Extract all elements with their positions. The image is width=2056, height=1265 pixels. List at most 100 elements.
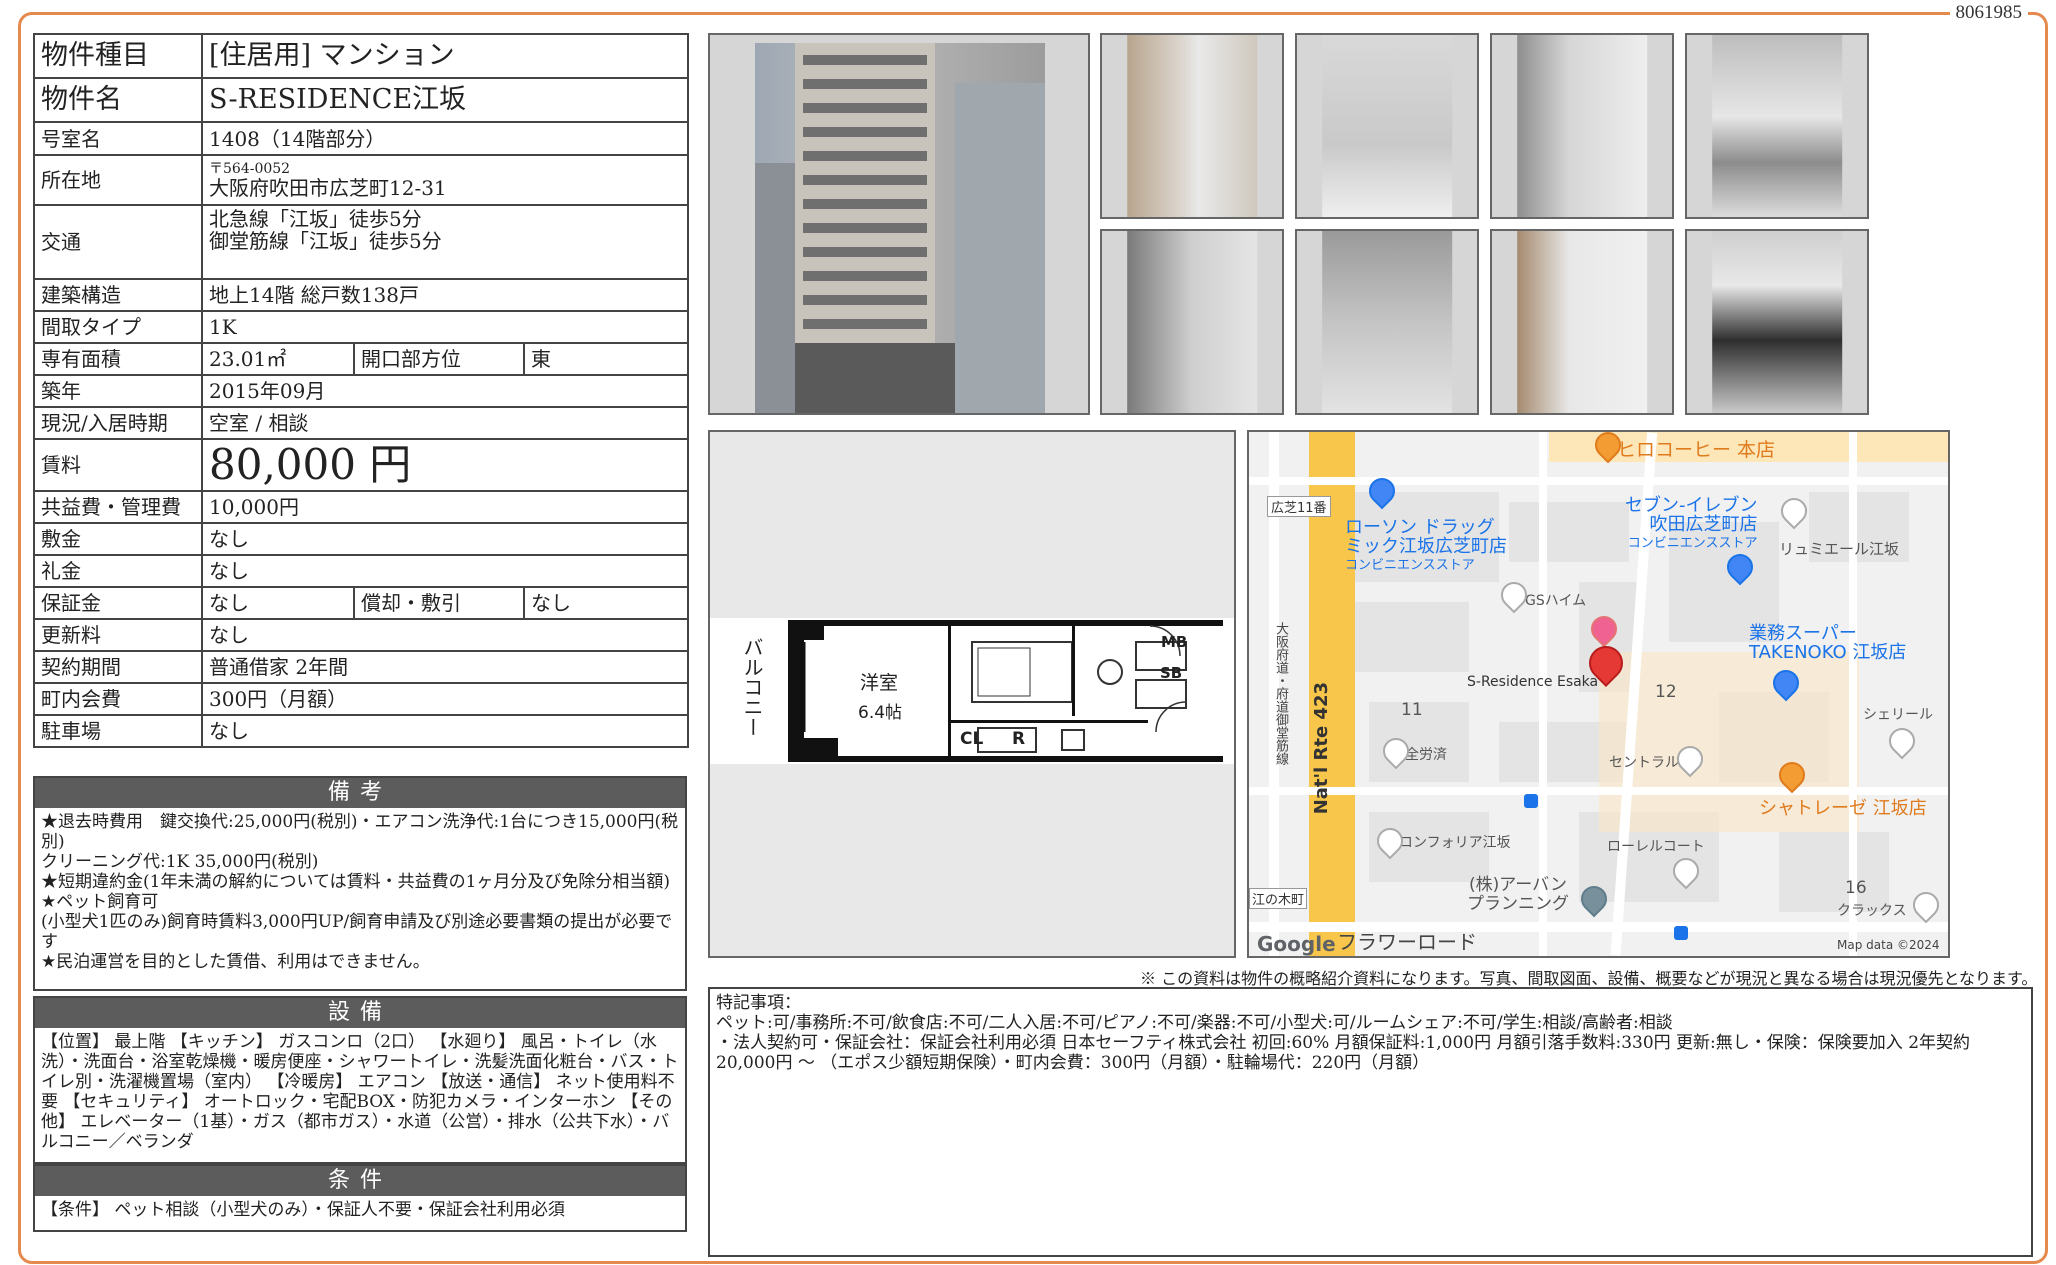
- parking-label: 駐車場: [33, 714, 203, 748]
- row-structure: 建築構造 地上14階 総戸数138戸: [33, 278, 690, 312]
- location-map[interactable]: ヒロコーヒー 本店 広芝11番 ローソン ドラッグ ミック江坂広芝町店 コンビニ…: [1247, 430, 1950, 958]
- map-label-central: セントラル: [1609, 755, 1679, 771]
- fee-label: 共益費・管理費: [33, 490, 203, 524]
- row-address: 所在地 〒564-0052 大阪府吹田市広芝町12-31: [33, 154, 690, 206]
- row-parking: 駐車場 なし: [33, 714, 690, 748]
- room-value: 1408（14階部分）: [200, 121, 690, 156]
- renewal-value: なし: [200, 618, 690, 652]
- built-label: 築年: [33, 374, 203, 408]
- row-room: 号室名 1408（14階部分）: [33, 121, 690, 156]
- room-name-label: 洋室: [860, 672, 899, 694]
- structure-label: 建築構造: [33, 278, 203, 312]
- amort-label: 償却・敷引: [353, 586, 525, 620]
- photo-closet[interactable]: [1490, 229, 1674, 415]
- deposit-label: 敷金: [33, 522, 203, 556]
- map-label-urban: (株)アーバン プランニング: [1467, 876, 1569, 914]
- photo-bathroom[interactable]: [1295, 229, 1479, 415]
- map-label-gyomu: 業務スーパー TAKENOKO 江坂店: [1749, 624, 1906, 662]
- map-label-16: 16: [1845, 878, 1867, 898]
- address-cell: 〒564-0052 大阪府吹田市広芝町12-31: [200, 154, 690, 206]
- equipment-section: 設備 【位置】 最上階 【キッチン】 ガスコンロ（2口） 【水廻り】 風呂・トイ…: [33, 996, 687, 1164]
- status-value: 空室 / 相談: [200, 406, 690, 440]
- row-rent: 賃料 80,000 円: [33, 438, 690, 492]
- fee-value: 10,000円: [200, 490, 690, 524]
- type-label: 物件種目: [33, 33, 203, 79]
- building-facade-icon: [755, 43, 1045, 413]
- seven-line-3: コンビニエンスストア: [1627, 536, 1758, 551]
- equipment-header: 設備: [35, 998, 685, 1028]
- urban-line-1: (株)アーバン: [1469, 875, 1567, 895]
- row-renewal: 更新料 なし: [33, 618, 690, 652]
- facing-label: 開口部方位: [353, 342, 525, 376]
- building-photo[interactable]: [708, 33, 1090, 415]
- town-fee-label: 町内会費: [33, 682, 203, 716]
- photo-room[interactable]: [1685, 229, 1869, 415]
- special-notes-body: ペット:可/事務所:不可/飲食店:不可/二人入居:不可/ピアノ:不可/楽器:不可…: [716, 1013, 1971, 1073]
- conditions-body: 【条件】 ペット相談（小型犬のみ）・保証人不要・保証会社利用必須: [41, 1200, 565, 1220]
- special-notes: 特記事項： ペット:可/事務所:不可/飲食店:不可/二人入居:不可/ピアノ:不可…: [708, 987, 2033, 1257]
- photo-toilet[interactable]: [1295, 33, 1479, 219]
- type-value: [住居用] マンション: [200, 33, 690, 79]
- row-key-money: 礼金 なし: [33, 554, 690, 588]
- row-fee: 共益費・管理費 10,000円: [33, 490, 690, 524]
- access-label: 交通: [33, 204, 203, 280]
- rent-label: 賃料: [33, 438, 203, 492]
- key-money-value: なし: [200, 554, 690, 588]
- layout-label: 間取タイプ: [33, 310, 203, 344]
- urban-line-2: プランニング: [1467, 894, 1569, 914]
- building-image: [755, 43, 1045, 413]
- seven-line-2: 吹田広芝町店: [1649, 514, 1758, 535]
- seven-line-1: セブン-イレブン: [1625, 495, 1758, 516]
- parking-value: なし: [200, 714, 690, 748]
- area-value: 23.01㎡: [201, 342, 355, 376]
- sb-label: SB: [1160, 664, 1183, 682]
- deposit-value: なし: [200, 522, 690, 556]
- map-label-sheriru: シェリール: [1863, 707, 1933, 723]
- document-number: 8061985: [1949, 2, 2028, 24]
- floor-plan[interactable]: バルコニー 洋室 6.4帖 MB SB CL R: [708, 430, 1236, 958]
- key-money-label: 礼金: [33, 554, 203, 588]
- bus-stop-icon[interactable]: [1524, 794, 1538, 808]
- access-line-2: 御堂筋線「江坂」徒歩5分: [209, 229, 442, 253]
- address-label: 所在地: [33, 154, 203, 206]
- floor-plan-drawing: [710, 618, 1234, 764]
- map-label-12: 12: [1655, 682, 1677, 702]
- name-label: 物件名: [33, 77, 203, 123]
- map-label-hiroshiba11: 広芝11番: [1267, 496, 1331, 517]
- map-label-11: 11: [1401, 700, 1423, 720]
- photo-hallway[interactable]: [1100, 33, 1284, 219]
- map-label-hiro-coffee: ヒロコーヒー 本店: [1617, 439, 1776, 461]
- postal-code: 〒564-0052: [209, 161, 291, 177]
- row-deposit: 敷金 なし: [33, 522, 690, 556]
- access-line-1: 北急線「江坂」徒歩5分: [209, 207, 422, 231]
- access-cell: 北急線「江坂」徒歩5分 御堂筋線「江坂」徒歩5分: [200, 204, 690, 280]
- equipment-body: 【位置】 最上階 【キッチン】 ガスコンロ（2口） 【水廻り】 風呂・トイレ（水…: [41, 1032, 679, 1152]
- bus-stop-icon[interactable]: [1674, 926, 1688, 940]
- map-label-gs: GSハイム: [1525, 593, 1587, 609]
- cl-label: CL: [960, 729, 984, 749]
- mb-label: MB: [1161, 633, 1188, 651]
- map-label-target: S-Residence Esaka: [1467, 674, 1599, 690]
- gyomu-line-1: 業務スーパー: [1749, 623, 1857, 644]
- row-layout: 間取タイプ 1K: [33, 310, 690, 344]
- layout-value: 1K: [200, 310, 690, 344]
- row-area: 専有面積 23.01㎡ 開口部方位 東: [33, 342, 690, 376]
- conditions-section: 条件 【条件】 ペット相談（小型犬のみ）・保証人不要・保証会社利用必須: [33, 1164, 687, 1232]
- lawson-line-3: コンビニエンスストア: [1345, 558, 1475, 573]
- facing-value: 東: [522, 342, 690, 376]
- remarks-body: ★退去時費用 鍵交換代:25,000円(税別)・エアコン洗浄代:1台につき15,…: [41, 812, 679, 972]
- map-label-enoki: 江の木町: [1249, 888, 1308, 909]
- photo-washbasin[interactable]: [1100, 229, 1284, 415]
- row-status: 現況/入居時期 空室 / 相談: [33, 406, 690, 440]
- row-town-fee: 町内会費 300円（月額）: [33, 682, 690, 716]
- contract-label: 契約期間: [33, 650, 203, 684]
- rent-value: 80,000 円: [200, 438, 690, 492]
- guarantee-value: なし: [201, 586, 355, 620]
- row-contract: 契約期間 普通借家 2年間: [33, 650, 690, 684]
- room-label: 号室名: [33, 121, 203, 156]
- contract-value: 普通借家 2年間: [200, 650, 690, 684]
- remarks-section: 備考 ★退去時費用 鍵交換代:25,000円(税別)・エアコン洗浄代:1台につき…: [33, 776, 687, 991]
- structure-value: 地上14階 総戸数138戸: [200, 278, 690, 312]
- photo-washer-space[interactable]: [1490, 33, 1674, 219]
- photo-kitchen[interactable]: [1685, 33, 1869, 219]
